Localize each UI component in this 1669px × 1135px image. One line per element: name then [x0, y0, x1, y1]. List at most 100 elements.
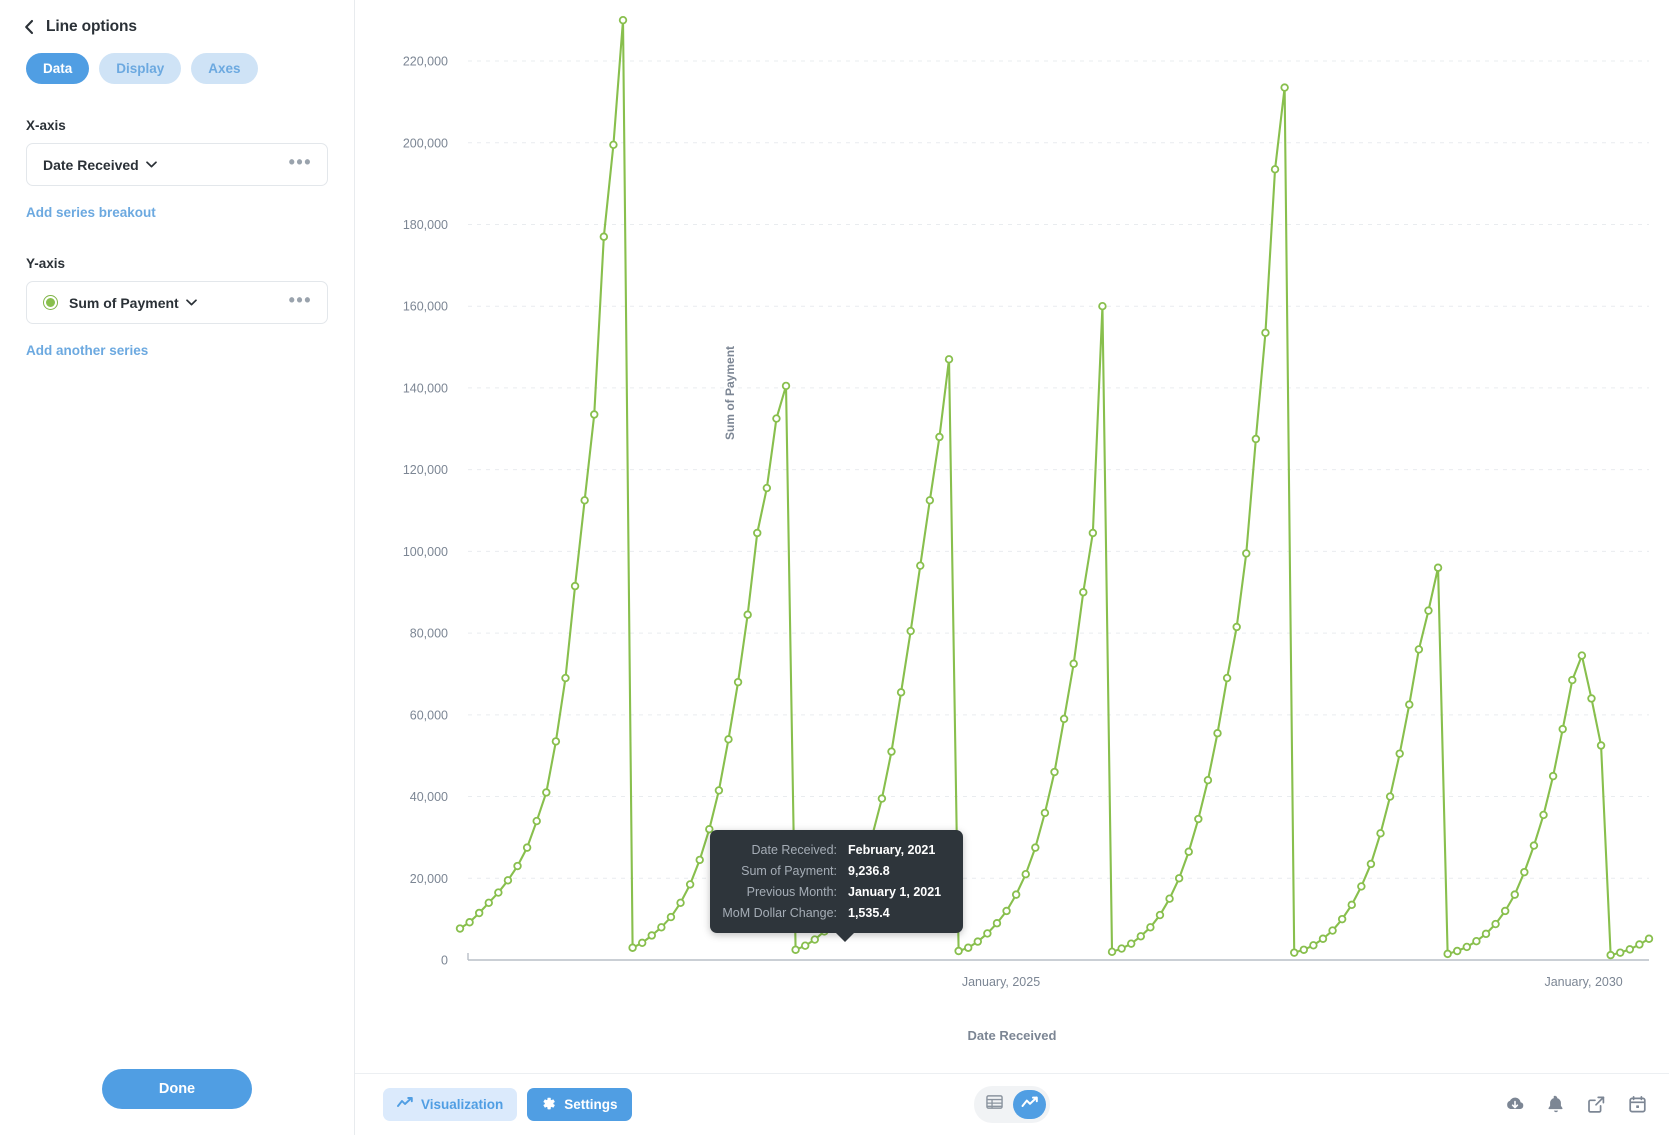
data-point-marker[interactable] — [522, 843, 532, 852]
tab-data[interactable]: Data — [26, 53, 90, 84]
data-point-marker[interactable] — [1376, 829, 1385, 838]
data-point-marker[interactable] — [561, 673, 570, 683]
data-point-marker[interactable] — [1644, 934, 1654, 943]
data-point-marker[interactable] — [714, 786, 724, 795]
add-series-breakout-link[interactable]: Add series breakout — [0, 205, 182, 220]
data-point-marker[interactable] — [618, 15, 628, 25]
data-point-marker[interactable] — [944, 355, 954, 364]
data-point-marker[interactable] — [1050, 767, 1059, 777]
data-point-marker[interactable] — [1318, 934, 1328, 943]
data-point-marker[interactable] — [1079, 588, 1088, 597]
line-chart[interactable]: 0 20,000 40,000 60,000 80,000 100,000 120,000 1… — [355, 0, 1669, 1073]
done-button[interactable]: Done — [102, 1069, 252, 1109]
data-point-marker[interactable] — [1424, 606, 1433, 615]
data-point-marker[interactable] — [800, 941, 810, 950]
data-point-marker[interactable] — [1347, 900, 1356, 910]
data-point-marker[interactable] — [896, 688, 906, 697]
table-view-toggle[interactable] — [978, 1090, 1011, 1119]
y-axis-more-button[interactable]: ••• — [287, 291, 314, 311]
data-point-marker[interactable] — [1165, 894, 1174, 903]
data-point-marker[interactable] — [935, 432, 944, 442]
data-point-marker[interactable] — [906, 626, 915, 636]
data-point-marker[interactable] — [1270, 165, 1280, 174]
chevron-left-icon[interactable] — [22, 19, 36, 35]
data-point-marker[interactable] — [1635, 940, 1644, 949]
data-point-marker[interactable] — [743, 610, 752, 619]
data-point-marker[interactable] — [1443, 949, 1452, 959]
data-point-marker[interactable] — [1453, 946, 1462, 956]
data-point-marker[interactable] — [983, 929, 992, 938]
data-point-marker[interactable] — [733, 677, 743, 687]
data-point-marker[interactable] — [1357, 882, 1366, 891]
data-point-marker[interactable] — [666, 912, 676, 922]
data-point-marker[interactable] — [1596, 741, 1606, 750]
data-point-marker[interactable] — [1472, 937, 1481, 946]
data-point-marker[interactable] — [1280, 83, 1289, 92]
data-point-marker[interactable] — [1184, 847, 1193, 856]
data-point-marker[interactable] — [1616, 948, 1625, 957]
download-icon[interactable] — [1505, 1095, 1525, 1114]
data-point-marker[interactable] — [637, 938, 647, 948]
add-another-series-link[interactable]: Add another series — [0, 343, 174, 358]
data-point-marker[interactable] — [465, 918, 474, 927]
data-point-marker[interactable] — [1127, 939, 1136, 948]
data-point-marker[interactable] — [1606, 950, 1615, 960]
data-point-marker[interactable] — [657, 923, 666, 932]
data-point-marker[interactable] — [1510, 890, 1519, 899]
data-point-marker[interactable] — [570, 581, 580, 591]
bell-icon[interactable] — [1547, 1095, 1565, 1114]
data-point-marker[interactable] — [1088, 528, 1098, 538]
data-point-marker[interactable] — [724, 735, 733, 744]
tab-display[interactable]: Display — [99, 53, 182, 84]
data-point-marker[interactable] — [916, 561, 925, 570]
data-point-marker[interactable] — [753, 528, 762, 538]
visualization-button[interactable]: Visualization — [383, 1088, 518, 1121]
data-point-marker[interactable] — [992, 919, 1002, 928]
data-point-marker[interactable] — [1242, 549, 1251, 558]
data-point-marker[interactable] — [772, 414, 781, 423]
data-point-marker[interactable] — [455, 924, 465, 933]
data-point-marker[interactable] — [695, 855, 704, 865]
data-point-marker[interactable] — [1021, 869, 1030, 879]
data-point-marker[interactable] — [1366, 859, 1376, 869]
data-point-marker[interactable] — [647, 931, 656, 940]
data-point-marker[interactable] — [1491, 919, 1500, 929]
data-point-marker[interactable] — [1539, 810, 1548, 820]
data-point-marker[interactable] — [676, 898, 685, 907]
settings-button[interactable]: Settings — [527, 1088, 632, 1121]
x-axis-select[interactable]: Date Received ••• — [26, 143, 328, 186]
data-point-marker[interactable] — [474, 908, 484, 918]
data-point-marker[interactable] — [484, 898, 493, 907]
data-point-marker[interactable] — [810, 935, 819, 944]
data-point-marker[interactable] — [791, 945, 800, 954]
data-point-marker[interactable] — [494, 888, 503, 897]
x-axis-more-button[interactable]: ••• — [287, 153, 314, 173]
calendar-icon[interactable] — [1628, 1095, 1647, 1114]
data-point-marker[interactable] — [1500, 906, 1510, 916]
data-point-marker[interactable] — [1558, 724, 1567, 734]
data-point-marker[interactable] — [1481, 929, 1491, 939]
data-point-marker[interactable] — [1155, 910, 1165, 920]
data-point-marker[interactable] — [1059, 714, 1069, 724]
data-point-marker[interactable] — [551, 737, 561, 746]
data-point-marker[interactable] — [685, 880, 695, 889]
data-point-marker[interactable] — [1203, 776, 1213, 785]
data-point-marker[interactable] — [1328, 926, 1337, 935]
data-point-marker[interactable] — [1548, 771, 1558, 781]
data-point-marker[interactable] — [877, 794, 887, 803]
data-point-marker[interactable] — [580, 496, 589, 505]
data-point-marker[interactable] — [1337, 914, 1347, 924]
data-point-marker[interactable] — [1462, 942, 1472, 952]
data-point-marker[interactable] — [762, 483, 772, 493]
chart-view-toggle[interactable] — [1013, 1090, 1046, 1119]
data-point-marker[interactable] — [628, 943, 637, 952]
data-point-marker[interactable] — [887, 747, 896, 756]
data-point-marker[interactable] — [1568, 675, 1577, 685]
data-point-marker[interactable] — [1625, 945, 1635, 954]
data-point-marker[interactable] — [1433, 563, 1443, 572]
data-point-marker[interactable] — [1577, 651, 1587, 660]
data-point-marker[interactable] — [1069, 659, 1078, 668]
data-point-marker[interactable] — [1107, 947, 1117, 957]
tab-axes[interactable]: Axes — [191, 53, 258, 84]
data-point-marker[interactable] — [590, 410, 599, 419]
